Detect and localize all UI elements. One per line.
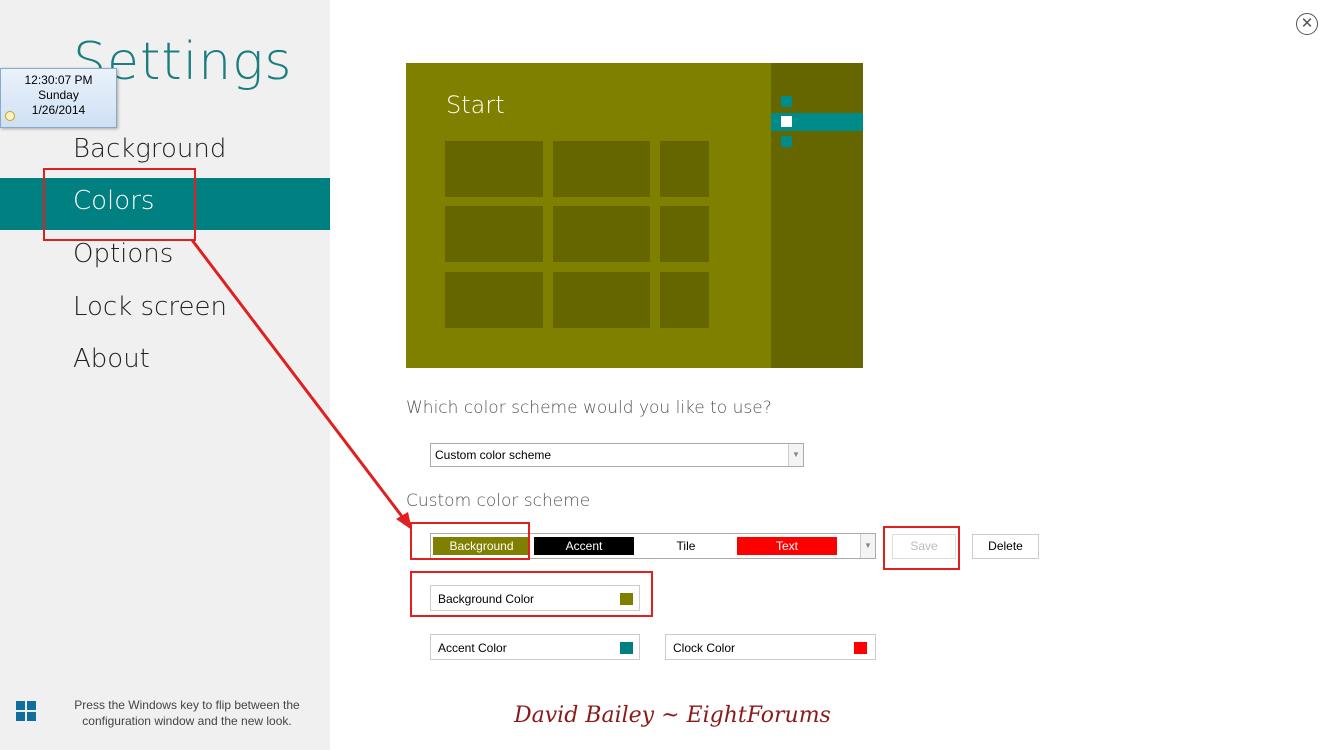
annotation-arrow bbox=[190, 239, 412, 530]
watermark-signature: David Bailey ~ EightForums bbox=[514, 703, 831, 728]
